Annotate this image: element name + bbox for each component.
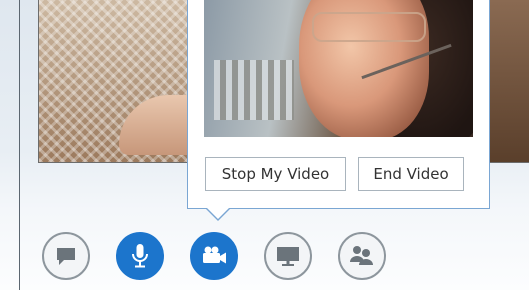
participants-icon [350, 246, 373, 265]
microphone-icon [132, 244, 148, 268]
end-video-button[interactable]: End Video [358, 157, 464, 191]
stop-my-video-button[interactable]: Stop My Video [205, 157, 346, 191]
participants-button[interactable] [338, 232, 386, 280]
im-icon [57, 248, 75, 265]
self-video-preview [204, 0, 473, 137]
present-icon [277, 247, 299, 266]
present-button[interactable] [264, 232, 312, 280]
window-divider [19, 0, 20, 290]
im-button[interactable] [42, 232, 90, 280]
video-button[interactable] [190, 232, 238, 280]
video-camera-icon [203, 246, 226, 264]
microphone-button[interactable] [116, 232, 164, 280]
conversation-window: Stop My Video End Video [0, 0, 529, 290]
